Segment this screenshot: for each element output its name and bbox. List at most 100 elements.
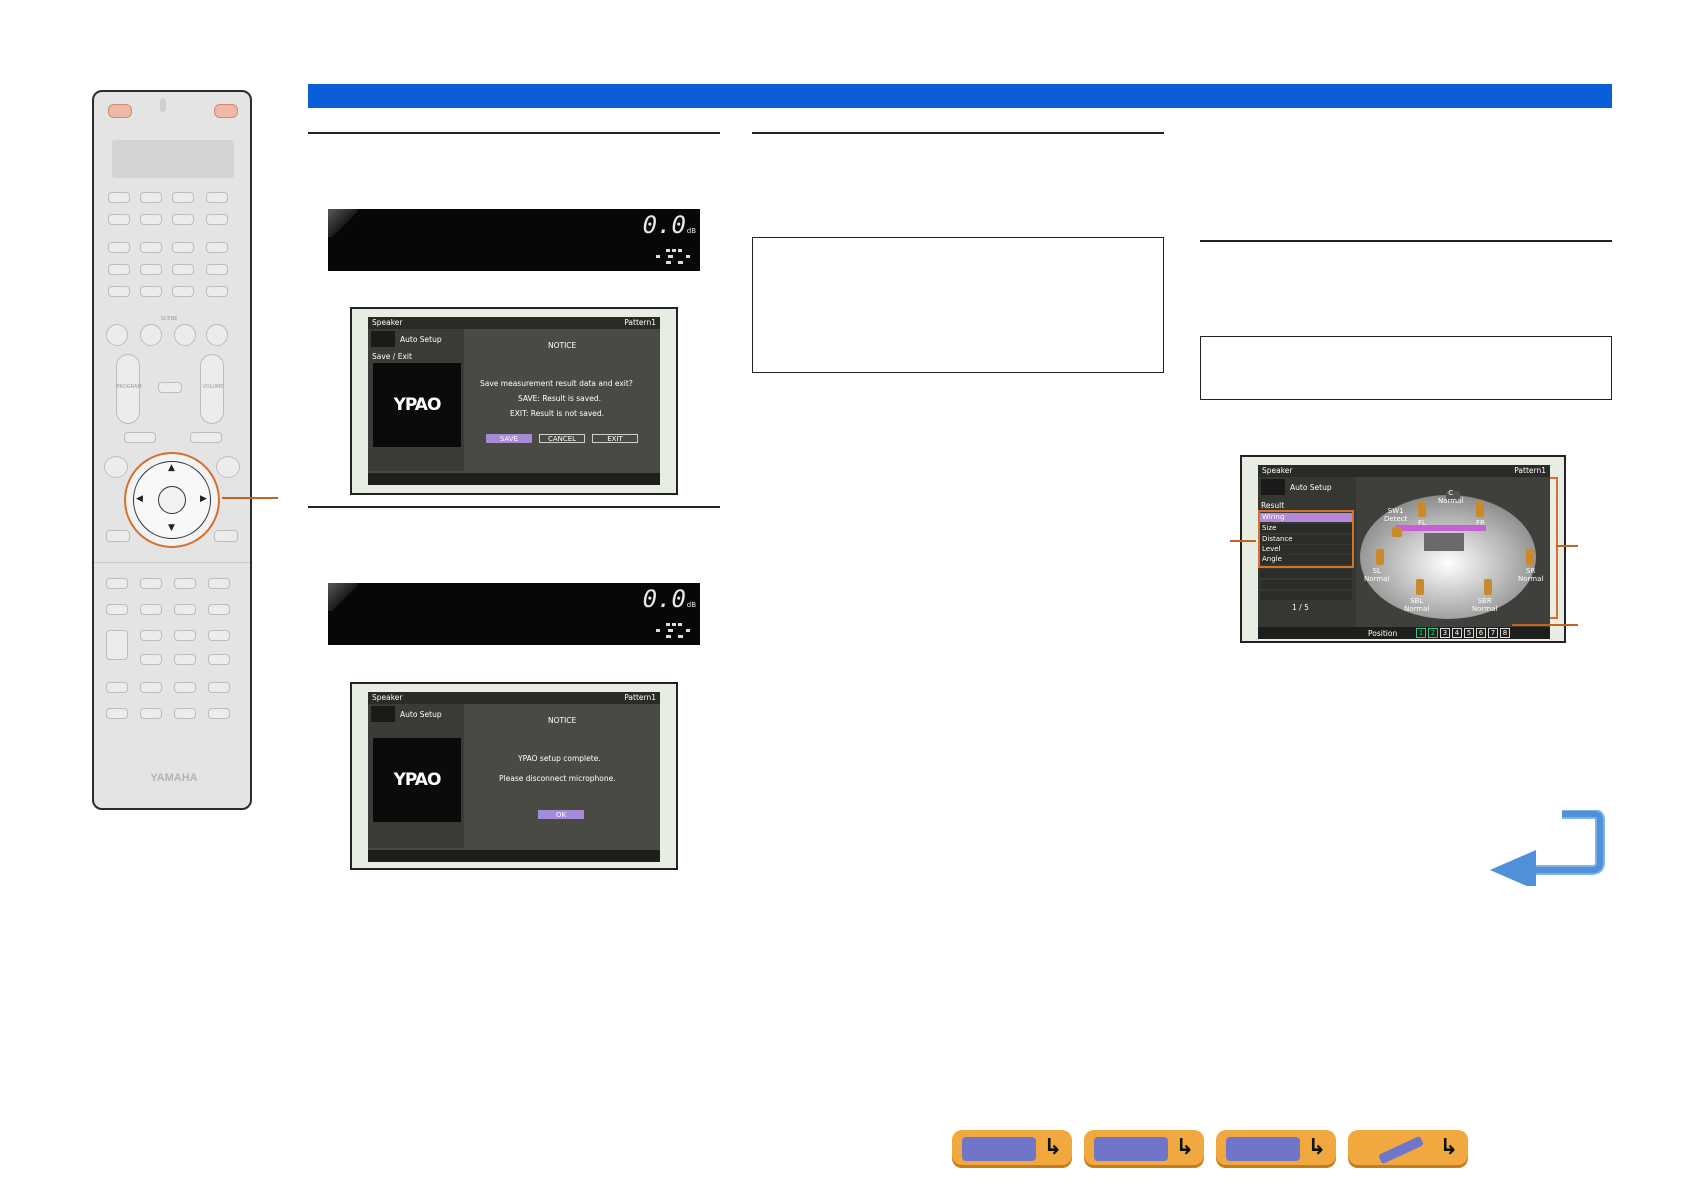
equalizer-icon xyxy=(371,331,395,347)
remote-nav-button[interactable]: ↳ xyxy=(1348,1130,1468,1168)
display-button xyxy=(214,530,238,542)
osd-footer xyxy=(368,473,660,485)
position-8[interactable]: 8 xyxy=(1500,628,1510,638)
osd-header-left: Speaker xyxy=(372,318,403,327)
notice-title: NOTICE xyxy=(548,716,577,725)
position-label: Position xyxy=(1368,629,1398,638)
label-sr: SR Normal xyxy=(1518,567,1544,583)
ok-button[interactable]: OK xyxy=(538,810,584,819)
display-volume-value: 0.0 xyxy=(642,585,686,613)
position-3[interactable]: 3 xyxy=(1440,628,1450,638)
top-menu-button xyxy=(124,432,156,443)
rs-item-empty xyxy=(1260,580,1352,589)
cancel-button[interactable]: CANCEL xyxy=(539,434,585,443)
label-sbl: SBL Normal xyxy=(1404,597,1430,613)
rear-panel-nav-button[interactable]: ↳ xyxy=(1084,1130,1204,1168)
osd-menu-title: Auto Setup xyxy=(400,710,442,719)
return-arrow-icon[interactable] xyxy=(1488,810,1608,886)
rs-result-label: Result xyxy=(1261,501,1285,510)
label-sbr: SBR Normal xyxy=(1472,597,1498,613)
cursor-right-icon: ▶ xyxy=(200,494,207,504)
front-panel-display-2: 0.0 dB xyxy=(328,583,700,645)
exit-button[interactable]: EXIT xyxy=(592,434,638,443)
option-button xyxy=(216,456,240,478)
position-6[interactable]: 6 xyxy=(1476,628,1486,638)
front-panel-nav-button[interactable]: ↳ xyxy=(952,1130,1072,1168)
display-nav-button[interactable]: ↳ xyxy=(1216,1130,1336,1168)
receiver-front-icon xyxy=(962,1137,1036,1161)
cursor-left-icon: ◀ xyxy=(136,494,143,504)
speaker-fl-icon xyxy=(1418,501,1426,517)
note-box xyxy=(752,237,1164,373)
osd-footer xyxy=(368,850,660,862)
position-5[interactable]: 5 xyxy=(1464,628,1474,638)
notice-line-2: SAVE: Result is saved. xyxy=(518,394,601,403)
rs-header-left: Speaker xyxy=(1262,466,1293,475)
remote-control-illustration: SCENE PROGRAM VOLUME ▲ ▼ ◀ ▶ YAMAHA xyxy=(92,90,252,810)
note-box-2 xyxy=(1200,336,1612,400)
remote-cursor-callout-line xyxy=(222,497,278,499)
yamaha-logo: YAMAHA xyxy=(150,772,198,784)
osd-header: Speaker Pattern1 xyxy=(368,692,660,704)
rs-header: Speaker Pattern1 xyxy=(1258,465,1550,477)
position-7[interactable]: 7 xyxy=(1488,628,1498,638)
speaker-sr-icon xyxy=(1526,549,1534,565)
notice-title: NOTICE xyxy=(548,341,577,350)
popup-menu-button xyxy=(190,432,222,443)
save-button[interactable]: SAVE xyxy=(486,434,532,443)
osd-save-screen: Speaker Pattern1 Auto Setup Save / Exit … xyxy=(368,317,660,485)
display-unit: dB xyxy=(686,227,696,235)
position-2[interactable]: 2 xyxy=(1428,628,1438,638)
source-switch xyxy=(160,98,166,112)
rs-header-right: Pattern1 xyxy=(1514,466,1546,475)
jump-arrow-icon: ↳ xyxy=(1175,1135,1194,1160)
program-label: PROGRAM xyxy=(116,384,142,390)
osd-save-screen-frame: Speaker Pattern1 Auto Setup Save / Exit … xyxy=(350,307,678,495)
step-rule-2 xyxy=(308,506,720,508)
section-header-bar xyxy=(308,84,1612,108)
position-callout-line xyxy=(1512,624,1578,626)
speaker-sbl-icon xyxy=(1416,579,1424,595)
remote-icon xyxy=(1358,1135,1432,1165)
front-display-icon xyxy=(1226,1137,1300,1161)
volume-label: VOLUME xyxy=(202,384,224,390)
equalizer-icon xyxy=(1261,479,1285,495)
osd-header: Speaker Pattern1 xyxy=(368,317,660,329)
equalizer-icon xyxy=(371,706,395,722)
osd-header-left: Speaker xyxy=(372,693,403,702)
rs-item-empty xyxy=(1260,591,1352,600)
items-callout-line xyxy=(1230,540,1256,542)
notice-line-1: Save measurement result data and exit? xyxy=(480,379,633,388)
remote-lcd xyxy=(112,140,234,178)
rs-items-highlight xyxy=(1258,510,1354,568)
position-1[interactable]: 1 xyxy=(1416,628,1426,638)
rs-page-indicator: 1 / 5 xyxy=(1292,603,1309,612)
diagram-bracket-highlight xyxy=(1550,477,1558,619)
cursor-up-icon: ▲ xyxy=(168,463,175,473)
notice-line-2: Please disconnect microphone. xyxy=(499,774,616,783)
ypao-logo: YPAO xyxy=(373,363,461,447)
label-fl: FL xyxy=(1418,519,1426,527)
speaker-fr-icon xyxy=(1476,501,1484,517)
label-c: C Normal xyxy=(1438,489,1464,505)
jump-arrow-icon: ↳ xyxy=(1043,1135,1062,1160)
front-panel-display-1: 0.0 dB xyxy=(328,209,700,271)
display-volume-value: 0.0 xyxy=(642,211,686,239)
speaker-indicator-icon xyxy=(656,249,690,264)
position-4[interactable]: 4 xyxy=(1452,628,1462,638)
speaker-sl-icon xyxy=(1376,549,1384,565)
osd-complete-screen: Speaker Pattern1 Auto Setup YPAO NOTICE … xyxy=(368,692,660,862)
result-screen-frame: Speaker Pattern1 Auto Setup Result Wirin… xyxy=(1240,455,1566,643)
jump-arrow-icon: ↳ xyxy=(1307,1135,1326,1160)
power-button-right xyxy=(214,104,238,118)
notice-line-1: YPAO setup complete. xyxy=(518,754,601,763)
step-rule-1 xyxy=(308,132,720,134)
speaker-sbr-icon xyxy=(1484,579,1492,595)
rs-menu-title: Auto Setup xyxy=(1290,483,1332,492)
on-screen-button xyxy=(104,456,128,478)
result-screen: Speaker Pattern1 Auto Setup Result Wirin… xyxy=(1258,465,1550,639)
receiver-rear-icon xyxy=(1094,1137,1168,1161)
mute-button xyxy=(158,382,182,393)
ypao-logo: YPAO xyxy=(373,738,461,822)
speaker-sw1-icon xyxy=(1392,527,1402,537)
